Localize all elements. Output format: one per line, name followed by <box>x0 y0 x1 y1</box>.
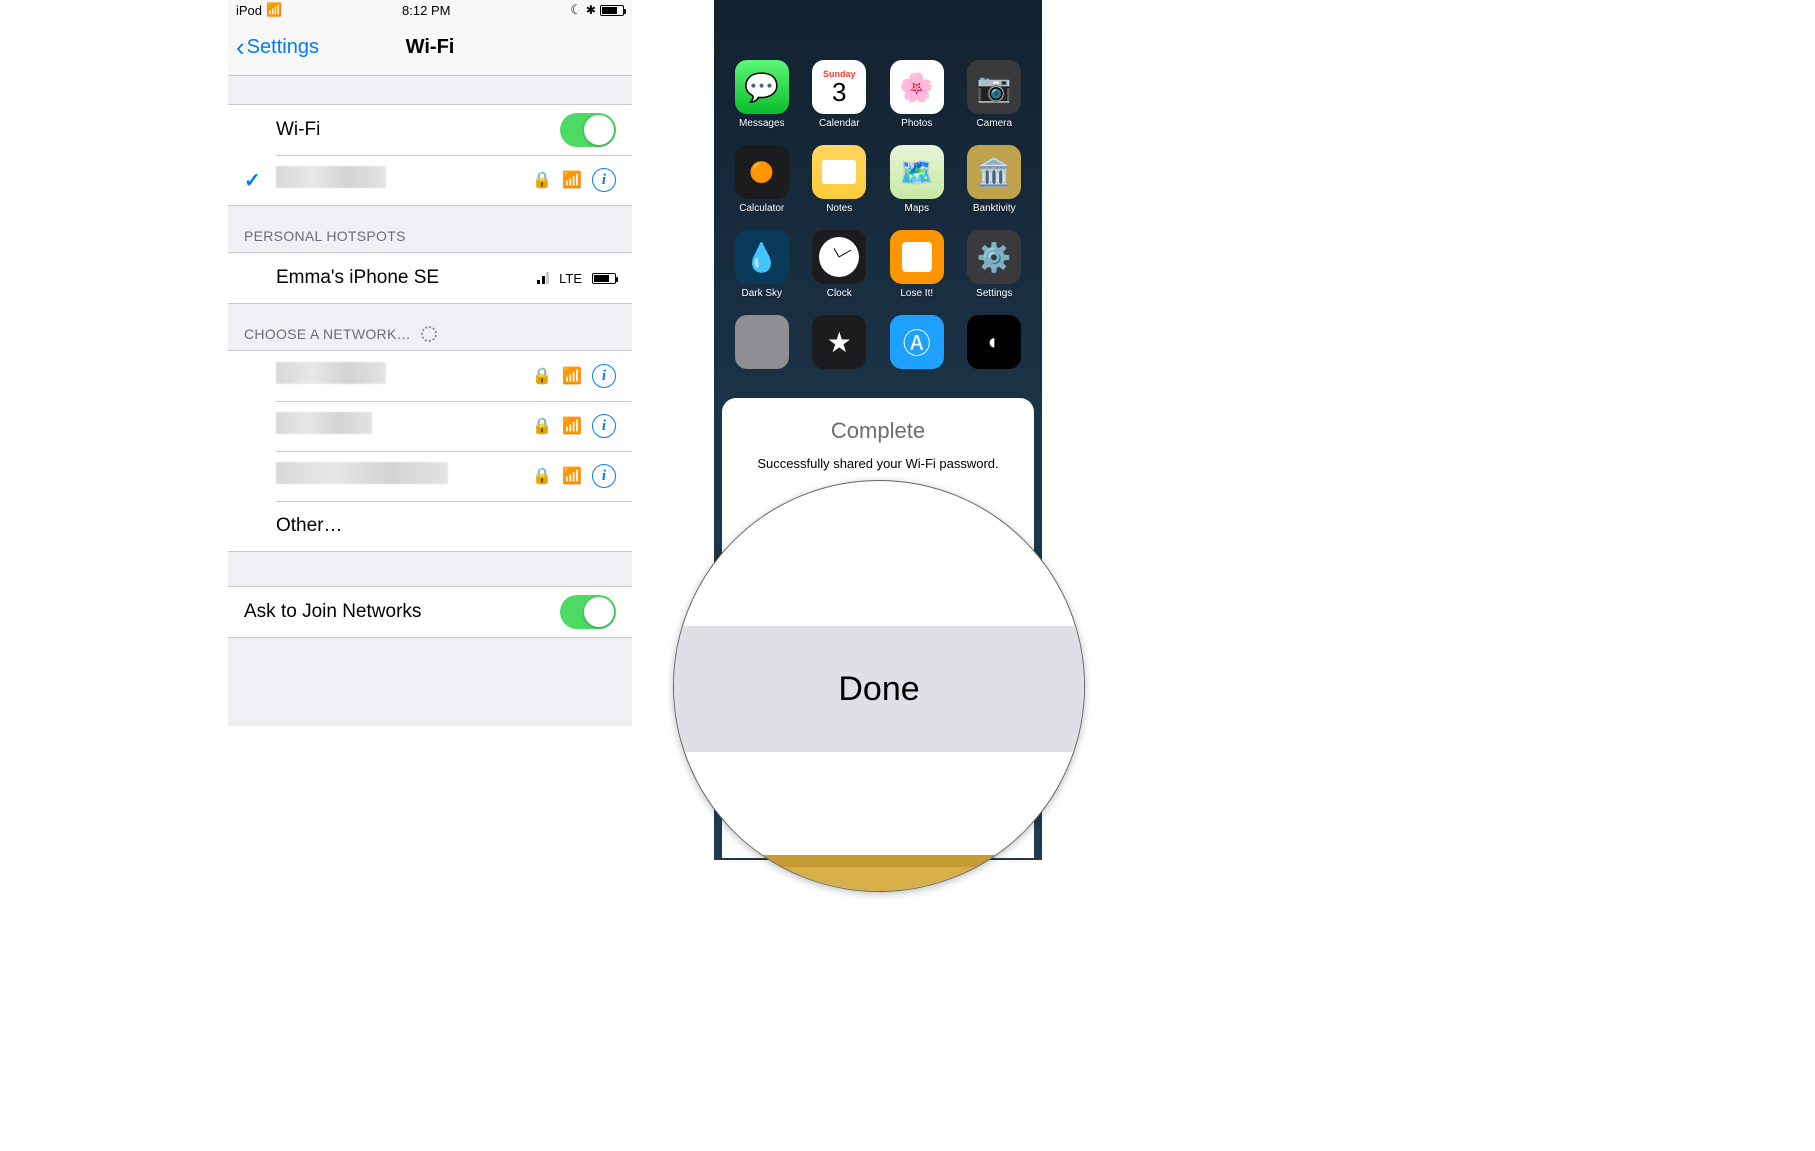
personal-hotspots-header: PERSONAL HOTSPOTS <box>228 206 632 252</box>
status-time: 8:12 PM <box>402 3 450 18</box>
checkmark-icon: ✓ <box>244 168 261 193</box>
connected-network-name <box>276 166 386 188</box>
ask-join-list: Ask to Join Networks <box>228 586 632 638</box>
network-name <box>276 362 386 384</box>
wifi-signal-icon: 📶 <box>562 466 582 486</box>
app-photos[interactable]: 🌸Photos <box>883 60 951 129</box>
gear-icon: ⚙️ <box>977 241 1012 274</box>
app-generic-3[interactable]: ◐ <box>961 315 1029 369</box>
page-title: Wi-Fi <box>406 36 455 59</box>
settings-phone: iPod 📶 8:12 PM ☾ ✱ ‹ Settings Wi-Fi Wi-F… <box>228 0 632 726</box>
magnifier-bottom-edge <box>674 821 1084 891</box>
navbar: ‹ Settings Wi-Fi <box>228 20 632 76</box>
app-notes[interactable]: Notes <box>806 145 874 214</box>
app-maps[interactable]: 🗺️Maps <box>883 145 951 214</box>
wifi-toggle-row: Wi-Fi <box>228 105 632 155</box>
hotspot-row[interactable]: Emma's iPhone SE LTE <box>228 253 632 303</box>
info-icon[interactable]: i <box>592 414 616 438</box>
sheet-title: Complete <box>722 418 1034 444</box>
wifi-main-list: Wi-Fi ✓ 🔒 📶 i <box>228 104 632 206</box>
maps-icon: 🗺️ <box>899 156 934 189</box>
app-loseit[interactable]: Lose It! <box>883 230 951 299</box>
star-icon: ★ <box>827 326 852 359</box>
app-calculator[interactable]: 🟠Calculator <box>728 145 796 214</box>
app-generic-1[interactable] <box>728 315 796 369</box>
loseit-icon <box>902 242 932 272</box>
other-network-row[interactable]: Other… <box>228 501 632 551</box>
networks-list: 🔒 📶 i 🔒 📶 i 🔒 📶 i Other… <box>228 350 632 552</box>
hotspot-battery-icon <box>592 273 616 284</box>
back-button[interactable]: ‹ Settings <box>236 32 319 63</box>
lock-icon: 🔒 <box>532 416 552 436</box>
notes-icon <box>822 160 856 184</box>
calendar-day: 3 <box>832 79 846 105</box>
connected-network-row[interactable]: ✓ 🔒 📶 i <box>228 155 632 205</box>
info-icon[interactable]: i <box>592 168 616 192</box>
camera-icon: 📷 <box>977 71 1012 104</box>
app-calendar[interactable]: Sunday3Calendar <box>806 60 874 129</box>
battery-icon <box>600 5 624 16</box>
app-camera[interactable]: 📷Camera <box>961 60 1029 129</box>
bluetooth-icon: ✱ <box>586 3 596 17</box>
calculator-icon: 🟠 <box>749 160 774 185</box>
lock-icon: 🔒 <box>532 170 552 190</box>
photos-icon: 🌸 <box>899 71 934 104</box>
lock-icon: 🔒 <box>532 466 552 486</box>
device-label: iPod <box>236 3 262 18</box>
chevron-left-icon: ‹ <box>236 32 245 63</box>
hotspot-list: Emma's iPhone SE LTE <box>228 252 632 304</box>
dnd-moon-icon: ☾ <box>570 2 582 18</box>
wifi-label: Wi-Fi <box>276 119 560 141</box>
hotspot-name: Emma's iPhone SE <box>276 267 537 289</box>
home-grid: 💬Messages Sunday3Calendar 🌸Photos 📷Camer… <box>714 0 1042 369</box>
appstore-icon: Ⓐ <box>903 322 931 362</box>
done-button[interactable]: Done <box>674 626 1084 752</box>
app-settings[interactable]: ⚙️Settings <box>961 230 1029 299</box>
network-row[interactable]: 🔒 📶 i <box>228 401 632 451</box>
info-icon[interactable]: i <box>592 364 616 388</box>
spinner-icon <box>421 326 437 342</box>
clock-icon <box>819 237 859 277</box>
network-name <box>276 412 372 434</box>
wifi-signal-icon: 📶 <box>562 416 582 436</box>
app-banktivity[interactable]: 🏛️Banktivity <box>961 145 1029 214</box>
bank-icon: 🏛️ <box>977 156 1012 189</box>
wifi-signal-icon: 📶 <box>562 366 582 386</box>
ask-to-join-label: Ask to Join Networks <box>244 601 560 623</box>
wifi-status-icon: 📶 <box>266 2 282 18</box>
ask-to-join-row: Ask to Join Networks <box>228 587 632 637</box>
app-messages[interactable]: 💬Messages <box>728 60 796 129</box>
sheet-message: Successfully shared your Wi-Fi password. <box>722 456 1034 471</box>
other-label: Other… <box>276 515 616 537</box>
messages-icon: 💬 <box>744 71 779 104</box>
magnifier-lens: Done <box>673 480 1085 892</box>
darksky-icon: 💧 <box>744 241 779 274</box>
cellular-signal-icon <box>537 272 549 284</box>
wifi-signal-icon: 📶 <box>562 170 582 190</box>
ask-to-join-toggle[interactable] <box>560 595 616 629</box>
network-row[interactable]: 🔒 📶 i <box>228 451 632 501</box>
status-bar: iPod 📶 8:12 PM ☾ ✱ <box>228 0 632 20</box>
app-darksky[interactable]: 💧Dark Sky <box>728 230 796 299</box>
info-icon[interactable]: i <box>592 464 616 488</box>
back-label: Settings <box>247 36 319 59</box>
app-clock[interactable]: Clock <box>806 230 874 299</box>
lock-icon: 🔒 <box>532 366 552 386</box>
app-generic-2[interactable]: ★ <box>806 315 874 369</box>
generic-icon: ◐ <box>988 329 1001 355</box>
network-name <box>276 462 448 484</box>
done-label: Done <box>838 670 919 709</box>
network-row[interactable]: 🔒 📶 i <box>228 351 632 401</box>
wifi-toggle[interactable] <box>560 113 616 147</box>
choose-network-header: CHOOSE A NETWORK… <box>228 304 632 350</box>
app-appstore[interactable]: Ⓐ <box>883 315 951 369</box>
carrier-label: LTE <box>559 271 582 286</box>
